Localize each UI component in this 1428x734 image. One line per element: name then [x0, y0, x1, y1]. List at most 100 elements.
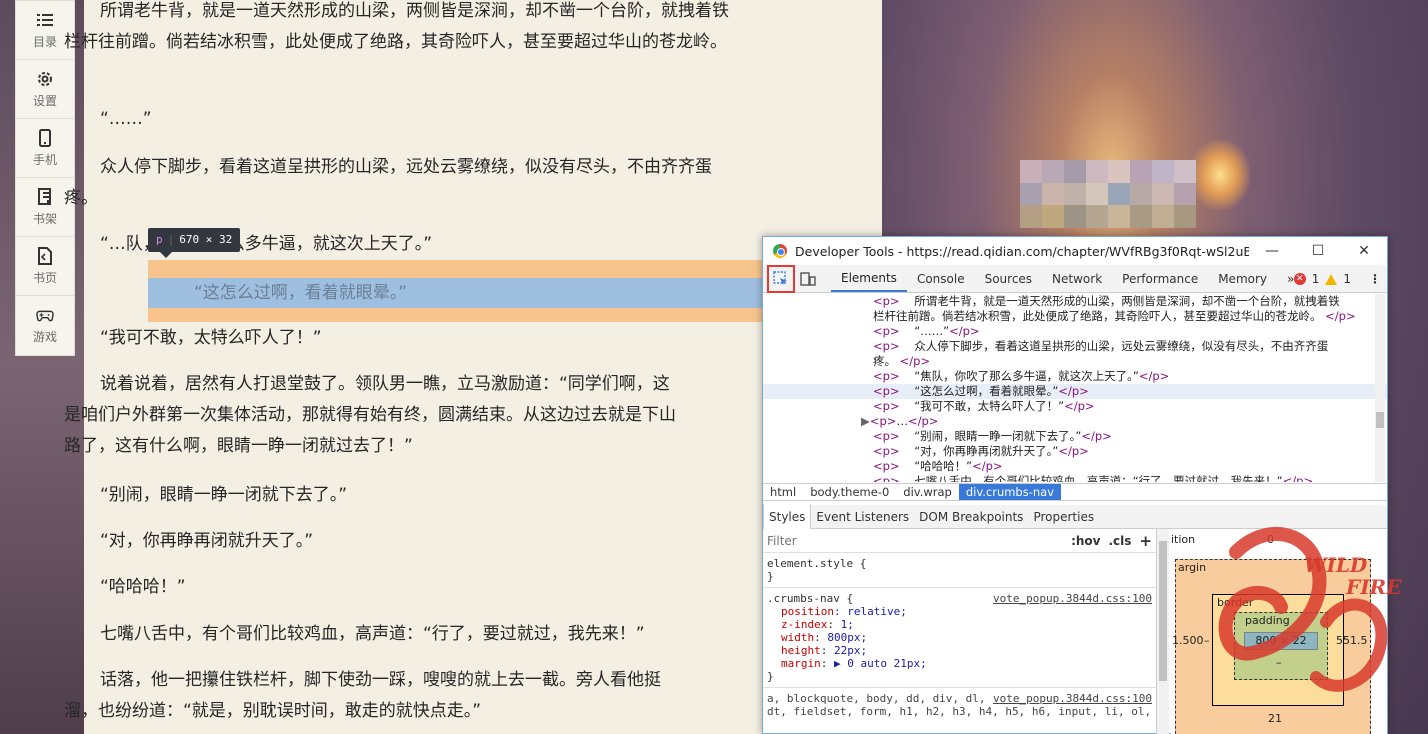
- tab-sources[interactable]: Sources: [975, 265, 1042, 292]
- margin-bottom-value[interactable]: 21: [1268, 712, 1282, 725]
- property-name[interactable]: margin: [781, 657, 821, 670]
- breadcrumb-item-active[interactable]: div.crumbs-nav: [958, 484, 1062, 500]
- chapter-paragraph: “……”: [100, 109, 152, 129]
- styles-filter-row: :hov .cls +: [763, 529, 1156, 553]
- property-name[interactable]: height: [781, 644, 821, 657]
- dom-node-line[interactable]: ▶<p>…</p>: [763, 414, 1387, 429]
- rule-source-link[interactable]: vote_popup.3844d.css:100: [993, 592, 1152, 605]
- tab-styles[interactable]: Styles: [763, 504, 812, 529]
- chapter-paragraph: 众人停下脚步，看着这道呈拱形的山梁，远处云雾缭绕，似没有尽头，不由齐齐蛋疼。: [64, 157, 712, 208]
- hover-state-toggle[interactable]: :hov: [1071, 534, 1100, 548]
- property-name[interactable]: position: [781, 605, 834, 618]
- error-count[interactable]: 1: [1312, 272, 1320, 286]
- tab-elements[interactable]: Elements: [831, 265, 907, 292]
- chapter-paragraph: 所谓老牛背，就是一道天然形成的山梁，两侧皆是深涧，却不凿一个台阶，就拽着铁栏杆往…: [64, 1, 729, 52]
- property-value[interactable]: 22px;: [834, 644, 867, 657]
- property-value[interactable]: 800px;: [827, 631, 867, 644]
- error-icon: ✕: [1293, 273, 1306, 285]
- tab-properties[interactable]: Properties: [1028, 505, 1099, 528]
- dom-node-line[interactable]: <p> “焦队，你吹了那么多牛逼，就这次上天了。”</p>: [763, 369, 1387, 384]
- margin-left-value[interactable]: 1.500: [1172, 634, 1204, 647]
- minimize-button[interactable]: —: [1249, 237, 1295, 265]
- warning-count[interactable]: 1: [1343, 272, 1351, 286]
- styles-filter-input[interactable]: [767, 533, 1064, 548]
- breadcrumb-item[interactable]: div.wrap: [896, 484, 959, 500]
- breadcrumb-item[interactable]: html: [763, 484, 803, 500]
- styles-subtabs: Styles Event Listeners DOM Breakpoints P…: [763, 504, 1387, 529]
- breadcrumb-item[interactable]: body.theme-0: [803, 484, 896, 500]
- dom-node-line[interactable]: <p> “我可不敢，太特么吓人了！”</p>: [763, 399, 1387, 414]
- property-value[interactable]: 1;: [841, 618, 854, 631]
- dom-node-line[interactable]: <p> 七嘴八舌中，有个哥们比较鸡血，高声道：“行了，要过就过，我先来！”</p…: [763, 474, 1387, 482]
- element-style-rule: element.style { }: [763, 553, 1156, 588]
- dom-node-line[interactable]: 栏杆往前蹭。倘若结冰积雪，此处便成了绝路，其奇险吓人，甚至要超过华山的苍龙岭。 …: [763, 309, 1387, 324]
- nav-label: 书架: [32, 211, 57, 226]
- developer-tools-window: Developer Tools - https://read.qidian.co…: [762, 236, 1388, 734]
- dom-node-line[interactable]: <p> “哈哈哈！”</p>: [763, 459, 1387, 474]
- styles-pane: :hov .cls + element.style { } vote_popup…: [763, 529, 1157, 734]
- tab-console[interactable]: Console: [907, 265, 975, 292]
- maximize-button[interactable]: ☐: [1295, 237, 1341, 265]
- padding-label: padding: [1245, 614, 1290, 627]
- margin-label: argin: [1178, 561, 1207, 574]
- class-toggle[interactable]: .cls: [1108, 534, 1131, 548]
- css-property: z-index: 1;: [781, 618, 854, 631]
- bookshelf-icon: [36, 187, 54, 206]
- dom-node-line[interactable]: <p> 所谓老牛背，就是一道天然形成的山梁，两侧皆是深涧，却不凿一个台阶，就拽着…: [763, 294, 1387, 309]
- gear-icon: [36, 70, 54, 88]
- devtools-tabs: Elements Console Sources Network Perform…: [831, 265, 1304, 292]
- margin-box[interactable]: argin border padding 800 × 22 1.500 – 55…: [1172, 559, 1371, 734]
- border-left-dash: –: [1204, 634, 1210, 647]
- chrome-icon: [773, 244, 787, 258]
- issue-counters: ✕ 1 1 ⋮: [1293, 265, 1381, 293]
- property-name[interactable]: width: [781, 631, 814, 644]
- rule-source-link[interactable]: vote_popup.3844d.css:100: [993, 692, 1152, 705]
- tab-dom-breakpoints[interactable]: DOM Breakpoints: [914, 505, 1028, 528]
- gamepad-icon: [36, 306, 54, 324]
- property-value[interactable]: ▶ 0 auto 21px;: [834, 657, 927, 670]
- tab-event-listeners[interactable]: Event Listeners: [811, 505, 914, 528]
- tab-performance[interactable]: Performance: [1112, 265, 1208, 292]
- dom-node-line[interactable]: <p> “别闹，眼睛一睁一闭就下去了。”</p>: [763, 429, 1387, 444]
- device-icon: [800, 271, 816, 286]
- close-button[interactable]: ✕: [1341, 237, 1387, 265]
- dom-tree-scrollbar[interactable]: [1375, 294, 1385, 482]
- content-box[interactable]: 800 × 22: [1244, 632, 1318, 650]
- dom-node-line[interactable]: <p> 众人停下脚步，看着这道呈拱形的山梁，远处云雾缭绕，似没有尽头，不由齐齐蛋: [763, 339, 1387, 354]
- device-toolbar-button[interactable]: [795, 266, 821, 292]
- margin-right-value[interactable]: 551.5: [1336, 634, 1368, 647]
- tab-memory[interactable]: Memory: [1208, 265, 1277, 292]
- tooltip-tag: p: [156, 233, 163, 246]
- nav-label: 手机: [32, 152, 57, 167]
- crumbs-nav-rule: vote_popup.3844d.css:100 .crumbs-nav { p…: [763, 588, 1156, 688]
- styles-scrollbar[interactable]: [1157, 529, 1169, 734]
- list-icon: [36, 11, 54, 29]
- kebab-menu-icon[interactable]: ⋮: [1369, 272, 1381, 286]
- chapter-paragraph: “我可不敢，太特么吓人了！”: [100, 328, 322, 348]
- rule-selector-continued: dt, fieldset, form, h1, h2, h3, h4, h5, …: [767, 705, 1152, 718]
- dom-node-line[interactable]: <p> “……”</p>: [763, 324, 1387, 339]
- dom-node-line[interactable]: <p> “这怎么过啊，看着就眼晕。”</p>: [763, 384, 1387, 399]
- css-property: position: relative;: [781, 605, 907, 618]
- chapter-paragraph: 说着说着，居然有人打退堂鼓了。领队男一瞧，立马激励道：“同学们啊，这是咱们户外群…: [64, 374, 676, 456]
- cursor-select-icon: [773, 270, 787, 285]
- css-property: margin: ▶ 0 auto 21px;: [781, 657, 927, 670]
- property-name[interactable]: z-index: [781, 618, 827, 631]
- dom-node-line[interactable]: 疼。 </p>: [763, 354, 1387, 369]
- tooltip-size: 670 × 32: [179, 233, 233, 246]
- nav-label: 游戏: [32, 330, 57, 344]
- property-value[interactable]: relative;: [847, 605, 907, 618]
- dom-node-line[interactable]: <p> “对，你再睁再闭就升天了。”</p>: [763, 444, 1387, 459]
- chapter-paragraph: “对，你再睁再闭就升天了。”: [100, 531, 314, 551]
- book-page-icon: [36, 246, 54, 265]
- inspect-element-button[interactable]: [767, 264, 795, 293]
- nav-label: 目录: [32, 34, 57, 49]
- css-property: height: 22px;: [781, 644, 868, 657]
- new-rule-button[interactable]: +: [1139, 532, 1152, 550]
- phone-icon: [36, 128, 54, 147]
- position-label: ition: [1171, 533, 1196, 546]
- border-label: border: [1217, 596, 1254, 609]
- tab-network[interactable]: Network: [1042, 265, 1112, 292]
- reset-rule: vote_popup.3844d.css:100 a, blockquote, …: [763, 688, 1156, 722]
- chapter-paragraph: 话落，他一把攥住铁栏杆，脚下使劲一踩，嗖嗖的就上去一截。旁人看他挺溜，也纷纷道：…: [64, 670, 661, 721]
